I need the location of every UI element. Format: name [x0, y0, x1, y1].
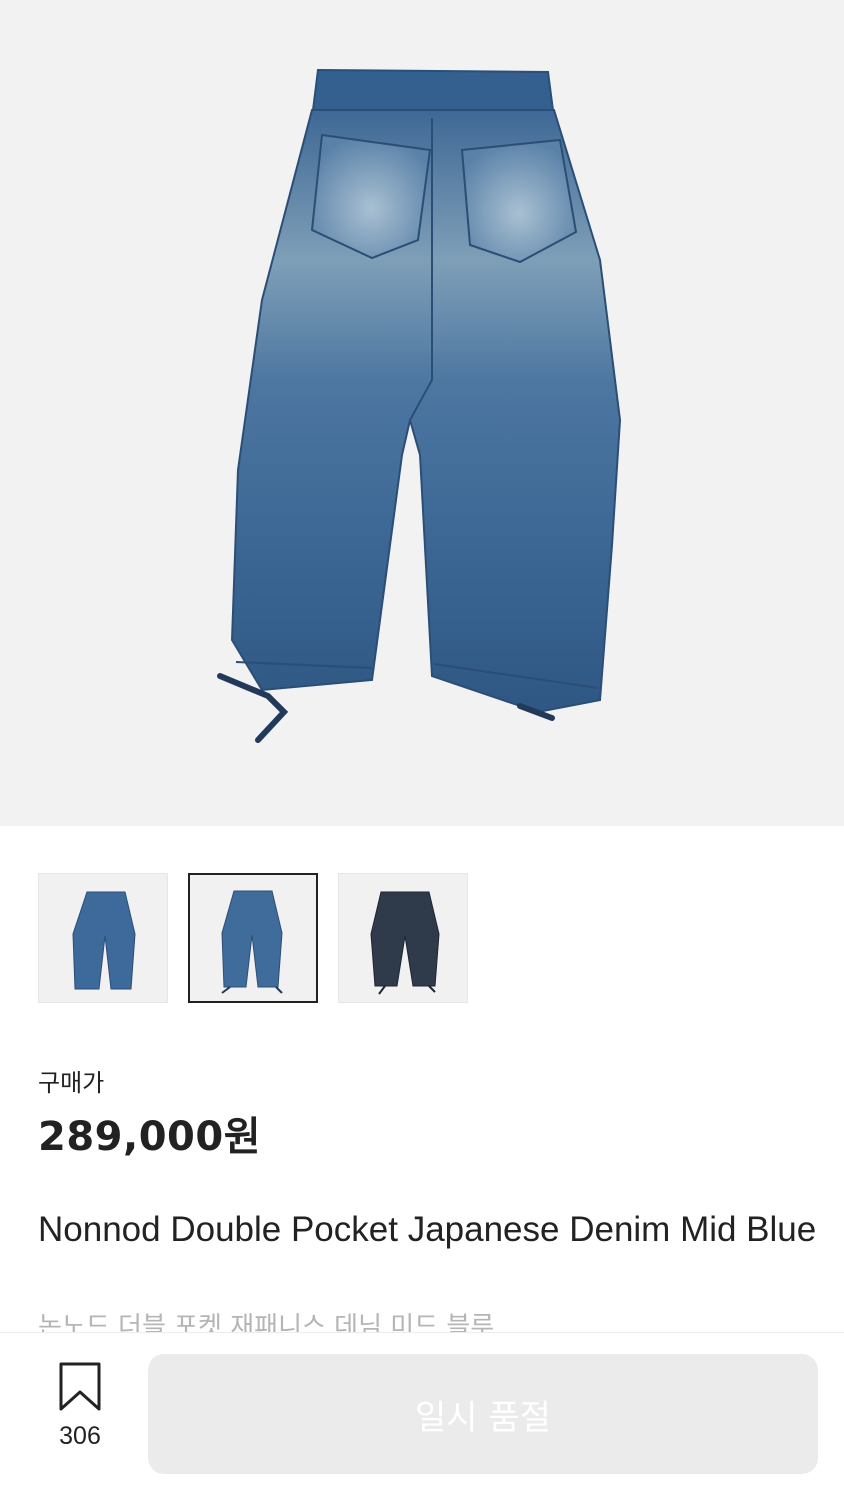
product-price: 289,000원: [38, 1114, 261, 1160]
thumbnail-3[interactable]: [338, 873, 468, 1003]
price-label: 구매가: [38, 1069, 105, 1097]
wishlist-count: 306: [59, 1422, 101, 1450]
product-main-image[interactable]: [0, 0, 844, 826]
buy-button-soldout[interactable]: 일시 품절: [148, 1354, 818, 1474]
bookmark-icon: [59, 1362, 101, 1411]
jeans-thumbnail-image: [370, 891, 440, 995]
thumbnail-2[interactable]: [188, 873, 318, 1003]
jeans-back-image: [217, 68, 622, 743]
jeans-thumbnail-image: [221, 890, 283, 994]
product-name-english: Nonnod Double Pocket Japanese Denim Mid …: [38, 1210, 817, 1249]
thumbnail-1[interactable]: [38, 873, 168, 1003]
wishlist-button[interactable]: 306: [38, 1362, 122, 1472]
jeans-thumbnail-image: [72, 891, 136, 990]
